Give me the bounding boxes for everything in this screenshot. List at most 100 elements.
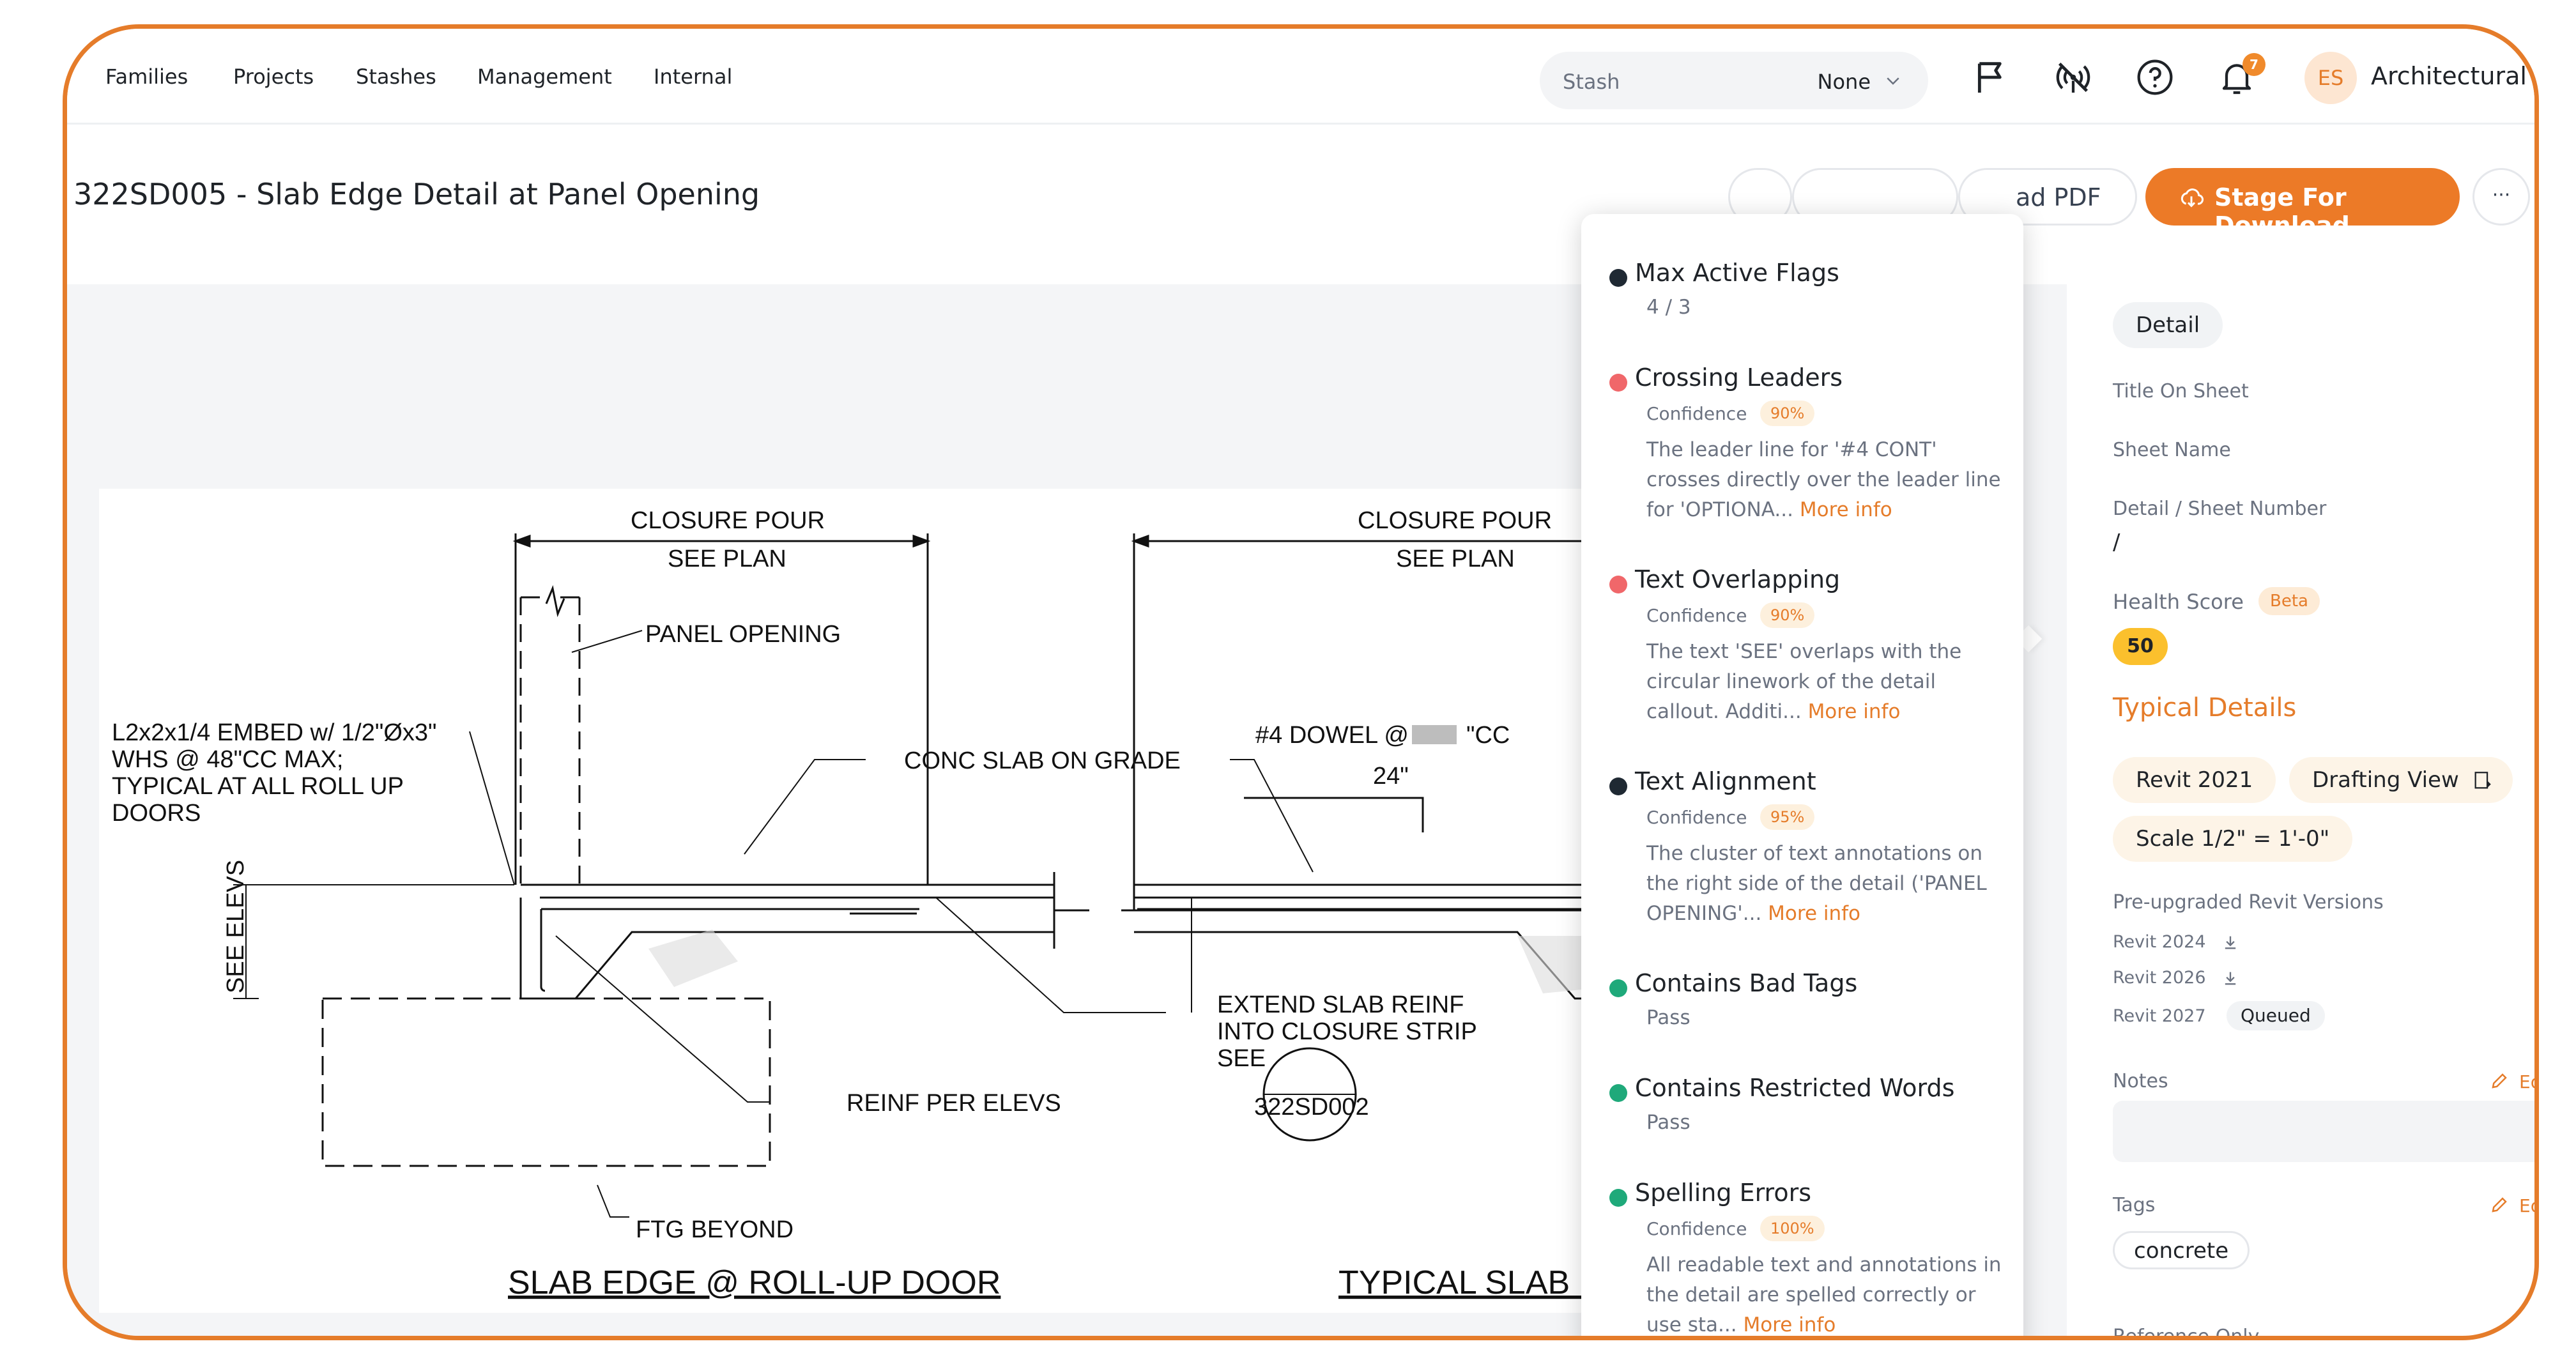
beta-badge: Beta: [2258, 587, 2320, 615]
extend-line-2: INTO CLOSURE STRIP: [1217, 1018, 1477, 1045]
more-options-button[interactable]: ···: [2472, 168, 2530, 226]
notes-field[interactable]: [2113, 1101, 2534, 1162]
check-title: Contains Restricted Words: [1635, 1074, 1955, 1102]
stash-select[interactable]: Stash None: [1540, 52, 1928, 109]
cad-detail: CLOSURE POUR SEE PLAN CLOSURE POUR SEE P…: [112, 507, 1645, 1301]
check-description: The text 'SEE' overlaps with the circula…: [1646, 637, 2004, 727]
stage-label: Stage For Download: [2214, 183, 2350, 240]
download-icon[interactable]: [2221, 933, 2239, 951]
ftg-label: FTG BEYOND: [636, 1216, 793, 1243]
check-description: All readable text and annotations in the…: [1646, 1250, 2004, 1336]
detail-ref-label: 322SD002: [1254, 1094, 1369, 1121]
dowel-length-label: 24": [1373, 763, 1409, 790]
avatar[interactable]: ES: [2304, 52, 2357, 104]
embed-line-4: DOORS: [112, 800, 201, 827]
stash-placeholder: Stash: [1563, 70, 1620, 94]
status-dot: [1609, 979, 1627, 997]
left-detail-title: SLAB EDGE @ ROLL-UP DOOR: [508, 1264, 1000, 1301]
confidence-label: Confidence: [1646, 403, 1747, 424]
more-info-link[interactable]: More info: [1743, 1313, 1836, 1336]
dowel-spacing-label: "CC: [1466, 722, 1510, 749]
download-icon[interactable]: [2221, 969, 2239, 987]
check-title: Spelling Errors: [1635, 1179, 1812, 1207]
confidence-chip: 100%: [1760, 1216, 1825, 1241]
redacted-value: [1412, 725, 1457, 744]
detail-type-pill: Detail: [2113, 302, 2223, 348]
confidence-chip: 95%: [1760, 804, 1815, 830]
status-dot: [1609, 374, 1627, 392]
drafting-view-icon: [2474, 772, 2491, 789]
status-dot: [1609, 777, 1627, 795]
account-name[interactable]: Architectural: [2371, 62, 2527, 90]
detail-sheet-number-label: Detail / Sheet Number: [2113, 498, 2327, 520]
app-frame: Families Projects Stashes Management Int…: [63, 24, 2539, 1340]
revit-version-item: Revit 2027: [2113, 1006, 2206, 1026]
closure-pour-label: CLOSURE POUR: [631, 507, 825, 534]
download-pdf-label: ad PDF: [2016, 183, 2101, 211]
notes-label: Notes: [2113, 1070, 2168, 1092]
title-on-sheet-label: Title On Sheet: [2113, 380, 2249, 402]
nav-management[interactable]: Management: [477, 65, 612, 89]
typical-details-heading: Typical Details: [2113, 693, 2297, 723]
check-description-text: The text 'SEE' overlaps with the circula…: [1646, 640, 1962, 723]
detail-drawing: CLOSURE POUR SEE PLAN CLOSURE POUR SEE P…: [99, 489, 1645, 1313]
check-title: Text Overlapping: [1635, 565, 1841, 593]
nav-projects[interactable]: Projects: [233, 65, 314, 89]
embed-line-1: L2x2x1/4 EMBED w/ 1/2"Øx3": [112, 719, 437, 746]
flag-icon[interactable]: [1971, 57, 2012, 98]
view-type-pill: Drafting View: [2289, 757, 2513, 803]
check-value: Pass: [1646, 1006, 1690, 1029]
tags-edit-link[interactable]: Edit: [2519, 1195, 2534, 1216]
top-nav: Families Projects Stashes Management Int…: [67, 29, 2534, 125]
scale-pill: Scale 1/2" = 1'-0": [2113, 816, 2353, 862]
revit-version-item: Revit 2026: [2113, 968, 2206, 988]
stage-for-download-button[interactable]: Stage For Download: [2145, 168, 2460, 240]
confidence-label: Confidence: [1646, 605, 1747, 626]
confidence-label: Confidence: [1646, 1218, 1747, 1239]
sheet-name-label: Sheet Name: [2113, 439, 2231, 461]
extend-line-3: SEE: [1217, 1045, 1266, 1072]
status-dot: [1609, 1084, 1627, 1102]
status-dot: [1609, 576, 1627, 593]
status-dot: [1609, 269, 1627, 287]
check-title: Contains Bad Tags: [1635, 969, 1858, 997]
more-info-link[interactable]: More info: [1808, 700, 1901, 723]
nav-stashes[interactable]: Stashes: [356, 65, 436, 89]
more-info-link[interactable]: More info: [1800, 498, 1892, 521]
broadcast-off-icon[interactable]: [2053, 57, 2094, 98]
confidence-chip: 90%: [1760, 602, 1815, 628]
revit-version-pill: Revit 2021: [2113, 757, 2276, 803]
nav-internal[interactable]: Internal: [654, 65, 732, 89]
check-description: The leader line for '#4 CONT' crosses di…: [1646, 435, 2004, 525]
tag-chip: concrete: [2113, 1231, 2250, 1269]
health-check-popover: Max Active Flags 4 / 3 Crossing Leaders …: [1581, 214, 2023, 1336]
reference-only-label: Reference Only: [2113, 1326, 2260, 1340]
dowel-label: #4 DOWEL @: [1255, 722, 1409, 749]
check-value: 4 / 3: [1646, 296, 1691, 319]
confidence-chip: 90%: [1760, 401, 1815, 426]
closure-pour-label-right: CLOSURE POUR: [1358, 507, 1552, 534]
notes-edit-link[interactable]: Edit: [2519, 1071, 2534, 1092]
nav-families[interactable]: Families: [105, 65, 188, 89]
check-title: Max Active Flags: [1635, 259, 1839, 287]
see-plan-label: SEE PLAN: [668, 546, 786, 572]
help-icon[interactable]: [2135, 57, 2175, 98]
tags-label: Tags: [2113, 1194, 2156, 1216]
health-score-value: 50: [2113, 628, 2168, 665]
check-description: The cluster of text annotations on the r…: [1646, 839, 2004, 929]
panel-opening-label: PANEL OPENING: [645, 621, 841, 648]
pencil-icon[interactable]: [2490, 1071, 2509, 1090]
embed-line-2: WHS @ 48"CC MAX;: [112, 746, 343, 773]
more-info-link[interactable]: More info: [1768, 902, 1860, 925]
revit-version-item: Revit 2024: [2113, 932, 2206, 952]
reinf-label: REINF PER ELEVS: [847, 1090, 1061, 1117]
page-title: 322SD005 - Slab Edge Detail at Panel Ope…: [73, 177, 760, 211]
chevron-down-icon: [1887, 77, 1899, 85]
extend-line-1: EXTEND SLAB REINF: [1217, 991, 1464, 1018]
view-type-label: Drafting View: [2312, 767, 2459, 793]
pencil-icon[interactable]: [2490, 1195, 2509, 1214]
confidence-label: Confidence: [1646, 807, 1747, 828]
cloud-download-icon: [2181, 188, 2204, 208]
notification-badge: 7: [2242, 53, 2266, 76]
detail-sheet-number-value: /: [2113, 530, 2120, 555]
